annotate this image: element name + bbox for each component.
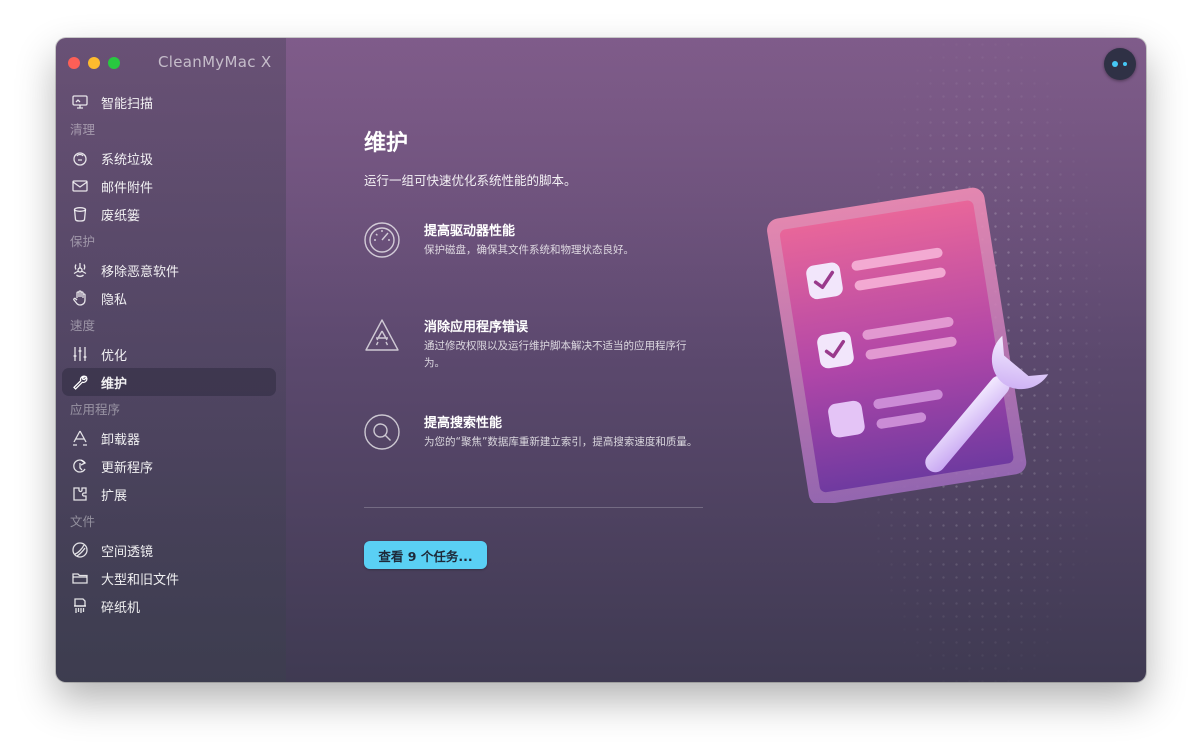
hand-icon — [70, 289, 90, 307]
mail-icon — [70, 177, 90, 195]
zoom-window-button[interactable] — [108, 57, 120, 69]
sidebar-item-maintenance[interactable]: 维护 — [62, 368, 276, 396]
sidebar-section-files: 文件 — [70, 514, 96, 529]
folder-icon — [70, 569, 90, 587]
sidebar-item-large-old-files[interactable]: 大型和旧文件 — [62, 564, 276, 592]
sidebar-item-label: 大型和旧文件 — [101, 572, 180, 588]
feature-title: 提高驱动器性能 — [424, 224, 516, 239]
sidebar-item-space-lens[interactable]: 空间透镜 — [62, 536, 276, 564]
page-subtitle: 运行一组可快速优化系统性能的脚本。 — [364, 173, 577, 188]
sidebar-item-shredder[interactable]: 碎纸机 — [62, 592, 276, 620]
assistant-button[interactable] — [1104, 48, 1136, 80]
sidebar-item-label: 隐私 — [101, 292, 128, 308]
app-store-triangle-icon — [364, 318, 400, 354]
sidebar-section-speed: 速度 — [70, 318, 96, 333]
shredder-icon — [70, 597, 90, 615]
assistant-eye-icon — [1123, 62, 1127, 66]
maintenance-illustration — [756, 173, 1066, 506]
trash-bin-icon — [70, 149, 90, 167]
sidebar-item-label: 更新程序 — [101, 460, 154, 476]
sidebar-item-system-junk[interactable]: 系统垃圾 — [62, 144, 276, 172]
magnifier-icon — [364, 414, 400, 450]
sidebar-section-cleanup: 清理 — [70, 122, 96, 137]
sidebar-item-label: 碎纸机 — [101, 600, 141, 616]
sidebar-item-label: 智能扫描 — [101, 96, 154, 112]
uninstaller-icon — [70, 429, 90, 447]
page-title: 维护 — [364, 131, 409, 156]
sidebar-item-label: 系统垃圾 — [101, 152, 154, 168]
sidebar-item-trash[interactable]: 废纸篓 — [62, 200, 276, 228]
sidebar-item-privacy[interactable]: 隐私 — [62, 284, 276, 312]
sidebar-item-label: 邮件附件 — [101, 180, 154, 196]
maintenance-intro: 维护 运行一组可快速优化系统性能的脚本。 提高驱动器性能 保护磁盘，确保其文件系… — [364, 126, 724, 569]
gauge-icon — [364, 222, 400, 258]
sidebar-item-label: 移除恶意软件 — [101, 264, 180, 280]
sidebar-item-optimization[interactable]: 优化 — [62, 340, 276, 368]
sidebar-item-smart-scan[interactable]: 智能扫描 — [62, 88, 276, 116]
sidebar-item-label: 优化 — [101, 348, 128, 364]
sidebar-section-applications: 应用程序 — [70, 402, 121, 417]
sidebar-item-label: 废纸篓 — [101, 208, 141, 224]
bin-icon — [70, 205, 90, 223]
sidebar-item-updater[interactable]: 更新程序 — [62, 452, 276, 480]
feature-description: 保护磁盘，确保其文件系统和物理状态良好。 — [424, 244, 634, 256]
sidebar-item-label: 扩展 — [101, 488, 128, 504]
wrench-icon — [70, 373, 90, 391]
space-lens-icon — [70, 541, 90, 559]
sliders-icon — [70, 345, 90, 363]
minimize-window-button[interactable] — [88, 57, 100, 69]
sidebar-item-label: 维护 — [101, 376, 128, 392]
sidebar-item-mail-attachments[interactable]: 邮件附件 — [62, 172, 276, 200]
app-window: CleanMyMac X 智能扫描 清理 系统垃圾 邮件附件 废纸篓 保护 移除… — [56, 38, 1146, 682]
assistant-eye-icon — [1112, 61, 1118, 67]
content-divider — [364, 507, 703, 508]
close-window-button[interactable] — [68, 57, 80, 69]
monitor-icon — [70, 93, 90, 111]
sidebar-item-label: 卸载器 — [101, 432, 141, 448]
sidebar-nav: 智能扫描 清理 系统垃圾 邮件附件 废纸篓 保护 移除恶意软件 隐私 速度 优化… — [62, 88, 276, 620]
sidebar-item-extensions[interactable]: 扩展 — [62, 480, 276, 508]
sidebar-item-uninstaller[interactable]: 卸载器 — [62, 424, 276, 452]
sidebar-section-protection: 保护 — [70, 234, 96, 249]
view-tasks-button[interactable]: 查看 9 个任务... — [364, 541, 487, 569]
app-title: CleanMyMac X — [158, 53, 272, 71]
feature-title: 消除应用程序错误 — [424, 320, 529, 335]
feature-title: 提高搜索性能 — [424, 416, 503, 431]
feature-description: 为您的“聚焦”数据库重新建立索引，提高搜索速度和质量。 — [424, 436, 698, 448]
sidebar-item-malware-removal[interactable]: 移除恶意软件 — [62, 256, 276, 284]
updater-icon — [70, 457, 90, 475]
feature-description: 通过修改权限以及运行维护脚本解决不适当的应用程序行为。 — [424, 340, 687, 369]
biohazard-icon — [70, 261, 90, 279]
extensions-icon — [70, 485, 90, 503]
sidebar-item-label: 空间透镜 — [101, 544, 154, 560]
